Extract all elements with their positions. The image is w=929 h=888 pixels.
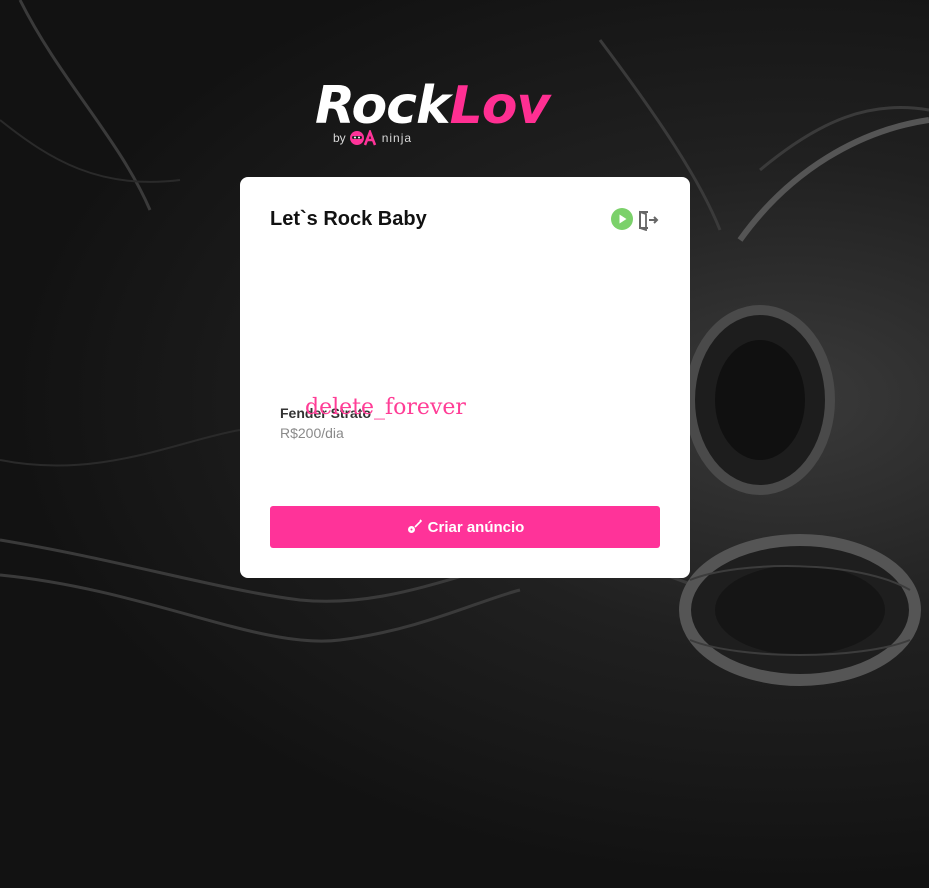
logo-word-lov: Lov — [449, 76, 551, 136]
create-ad-button[interactable]: Criar anúncio — [270, 506, 660, 548]
rocklov-logo: RockLov by ninja — [315, 78, 615, 150]
page-title: Let`s Rock Baby — [270, 208, 427, 230]
qa-ninja-icon — [349, 128, 379, 146]
logout-icon[interactable] — [637, 209, 659, 231]
logo-word-rock: Rock — [315, 76, 451, 136]
logo-byline: by ninja — [333, 128, 413, 146]
logo-wordmark: RockLov — [315, 76, 551, 136]
guitar-icon — [407, 519, 422, 533]
dashboard-card: Let`s Rock Baby Fender Strato R$200/dia … — [240, 177, 690, 578]
logo-brand-text: ninja — [381, 131, 413, 145]
equipo-price: R$200/dia — [280, 425, 344, 441]
play-circle-icon[interactable] — [611, 208, 633, 230]
delete-forever-icon[interactable]: delete_forever — [305, 395, 466, 421]
create-ad-label: Criar anúncio — [427, 518, 525, 536]
logo-by-text: by — [333, 131, 346, 145]
